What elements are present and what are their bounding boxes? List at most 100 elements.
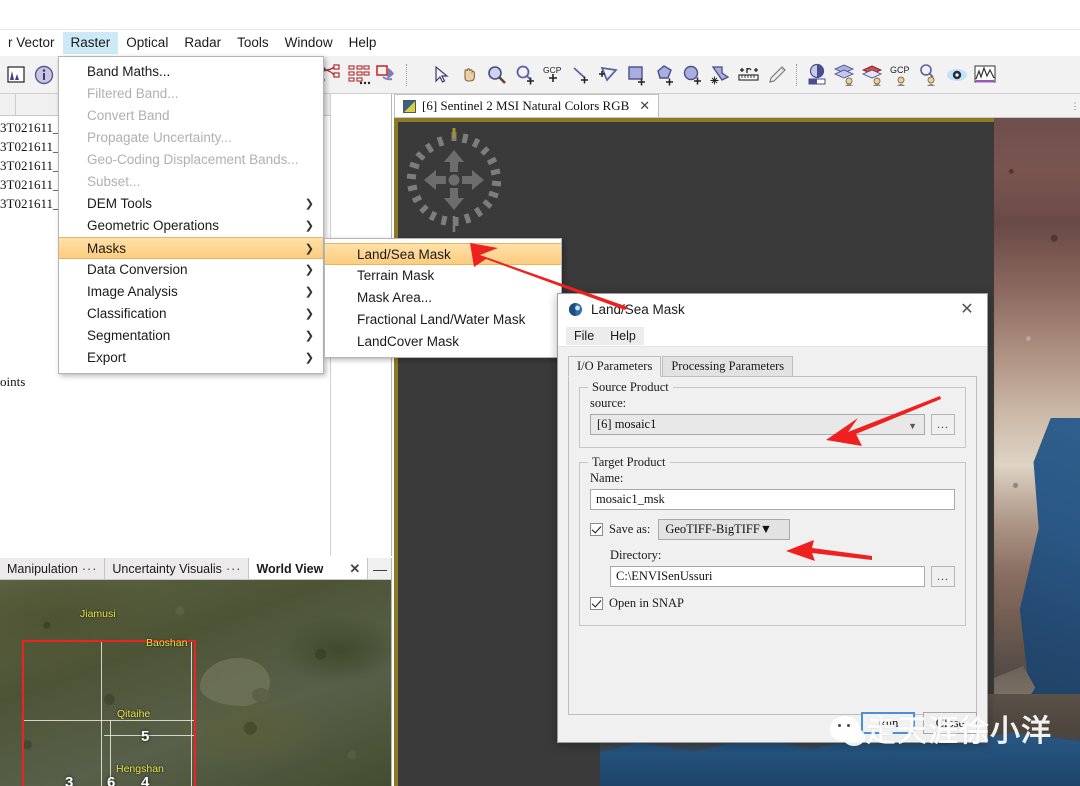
image-view-tab[interactable]: [6] Sentinel 2 MSI Natural Colors RGB ✕ [394,94,660,117]
app-root: r Vector Raster Optical Radar Tools Wind… [0,0,1080,786]
dock-minimize-button[interactable]: — [368,558,391,579]
source-label: source: [590,396,627,410]
tab-world-view[interactable]: World View ✕ [249,558,369,579]
io-parameters-pane: Source Product source: [6] mosaic1 ▼ ...… [568,377,977,715]
map-selection-box[interactable] [22,640,196,786]
menu-item-segmentation[interactable]: Segmentation ❯ [59,325,323,347]
source-product-combo[interactable]: [6] mosaic1 ▼ [590,414,925,435]
menu-item-mask-area[interactable]: Mask Area... [325,287,561,309]
menu-item-band-maths[interactable]: Band Maths... [59,61,323,83]
menu-item-data-conversion[interactable]: Data Conversion ❯ [59,259,323,281]
menu-item-classification-label: Classification [87,306,167,321]
tab-manipulation[interactable]: Manipulation ··· [0,558,106,579]
source-browse-button[interactable]: ... [931,414,955,435]
menu-optical[interactable]: Optical [118,32,176,54]
zoom-magnifier-icon[interactable] [483,60,511,90]
menu-item-terrain-mask[interactable]: Terrain Mask [325,265,561,287]
menu-radar[interactable]: Radar [176,32,229,54]
zoom-in-icon[interactable] [511,60,539,90]
menu-tools[interactable]: Tools [229,32,277,54]
menu-item-dem-tools[interactable]: DEM Tools ❯ [59,193,323,215]
open-in-snap-checkbox[interactable] [590,597,603,610]
save-as-checkbox[interactable] [590,523,603,536]
menu-help[interactable]: Help [341,32,385,54]
close-button[interactable]: Close [923,712,977,734]
menu-window[interactable]: Window [277,32,341,54]
menu-item-geometric-operations-label: Geometric Operations [87,218,220,233]
directory-block: Directory: C:\ENVISenUssuri ... [610,548,955,587]
ellipse-draw-icon[interactable] [679,60,707,90]
run-button[interactable]: Run [861,712,915,734]
mask-manager-icon[interactable] [859,60,887,90]
open-in-snap-row: Open in SNAP [590,596,955,611]
close-icon[interactable]: ✕ [349,561,360,577]
menu-item-export[interactable]: Export ❯ [59,347,323,369]
chevron-down-icon[interactable]: ▼ [760,522,772,537]
source-product-group: Source Product source: [6] mosaic1 ▼ ... [579,380,966,448]
menu-item-convert-band: Convert Band [87,108,170,123]
menu-item-landcover-mask[interactable]: LandCover Mask [325,331,561,353]
target-name-input[interactable]: mosaic1_msk [590,489,955,510]
menu-item-classification[interactable]: Classification ❯ [59,303,323,325]
directory-input[interactable]: C:\ENVISenUssuri [610,566,925,587]
raster-image-icon [403,99,416,113]
save-as-format-combo[interactable]: GeoTIFF-BigTIFF ▼ [658,519,791,540]
menu-vector[interactable]: r Vector [0,32,63,54]
dialog-tabstrip: I/O Parameters Processing Parameters [568,356,977,377]
menu-raster[interactable]: Raster [62,32,119,54]
points-node-label[interactable]: oints [0,374,25,390]
close-icon[interactable]: ✕ [957,299,977,319]
tab-overflow-icon[interactable]: ⋮ [1070,94,1080,118]
chevron-right-icon: ❯ [304,220,314,232]
menu-item-image-analysis[interactable]: Image Analysis ❯ [59,281,323,303]
polyline-draw-icon[interactable] [595,60,623,90]
window-top-strip [0,0,1080,30]
close-icon[interactable]: ✕ [639,98,650,114]
pencil-edit-icon[interactable] [763,60,791,90]
selection-arrow-icon[interactable] [427,60,455,90]
gcp-add-icon[interactable]: GCP [539,60,567,90]
dialog-menu-file[interactable]: File [566,326,603,345]
directory-browse-button[interactable]: ... [931,566,955,587]
histogram-icon[interactable] [2,60,30,90]
polygon-draw-icon[interactable] [651,60,679,90]
colour-manipulation-icon[interactable] [803,60,831,90]
batch-processing-icon[interactable] [345,60,373,90]
chevron-down-icon[interactable]: ▼ [908,415,917,436]
measure-tool-icon[interactable] [735,60,763,90]
spectrum-view-icon[interactable] [971,60,999,90]
menu-item-masks[interactable]: Masks ❯ [59,237,323,259]
source-product-value: [6] mosaic1 [597,417,657,431]
pin-manager-icon[interactable] [915,60,943,90]
navigation-compass-icon[interactable] [402,128,506,232]
target-name-label: Name: [590,471,624,485]
header-column-2[interactable] [16,94,60,115]
menu-item-fractional-land-water-mask[interactable]: Fractional Land/Water Mask [325,309,561,331]
tab-io-parameters[interactable]: I/O Parameters [568,356,662,377]
menu-item-geometric-operations[interactable]: Geometric Operations ❯ [59,215,323,237]
subset-region-icon[interactable] [373,60,401,90]
masks-submenu-popup: Land/Sea Mask Terrain Mask Mask Area... … [324,238,562,358]
tab-processing-parameters[interactable]: Processing Parameters [662,356,794,376]
dialog-menu-help[interactable]: Help [602,326,644,345]
rectangle-draw-icon[interactable] [623,60,651,90]
world-view-map[interactable]: Jiamusi Baoshan Qitaihe Hengshan 5 3 6 4 [0,580,391,786]
pan-hand-icon[interactable] [455,60,483,90]
menu-item-land-sea-mask[interactable]: Land/Sea Mask [325,243,561,265]
tab-world-view-label: World View [256,561,324,576]
tab-uncertainty-label: Uncertainty Visualis [112,561,222,576]
magic-wand-select-icon[interactable] [707,60,735,90]
menu-item-subset: Subset... [87,174,141,189]
directory-row: C:\ENVISenUssuri ... [610,566,955,587]
chevron-right-icon: ❯ [304,286,314,298]
line-draw-icon[interactable] [567,60,595,90]
image-view-tab-label: [6] Sentinel 2 MSI Natural Colors RGB [422,98,630,113]
layer-manager-icon[interactable] [831,60,859,90]
world-view-eye-icon[interactable] [943,60,971,90]
header-column-1[interactable] [0,94,16,115]
information-icon[interactable] [30,60,58,90]
gcp-manager-icon[interactable]: GCP [887,60,915,90]
tab-uncertainty-visualisation[interactable]: Uncertainty Visualis ··· [105,558,250,579]
land-sea-mask-dialog: Land/Sea Mask ✕ File Help I/O Parameters… [557,293,988,743]
chevron-right-icon: ❯ [304,198,314,210]
